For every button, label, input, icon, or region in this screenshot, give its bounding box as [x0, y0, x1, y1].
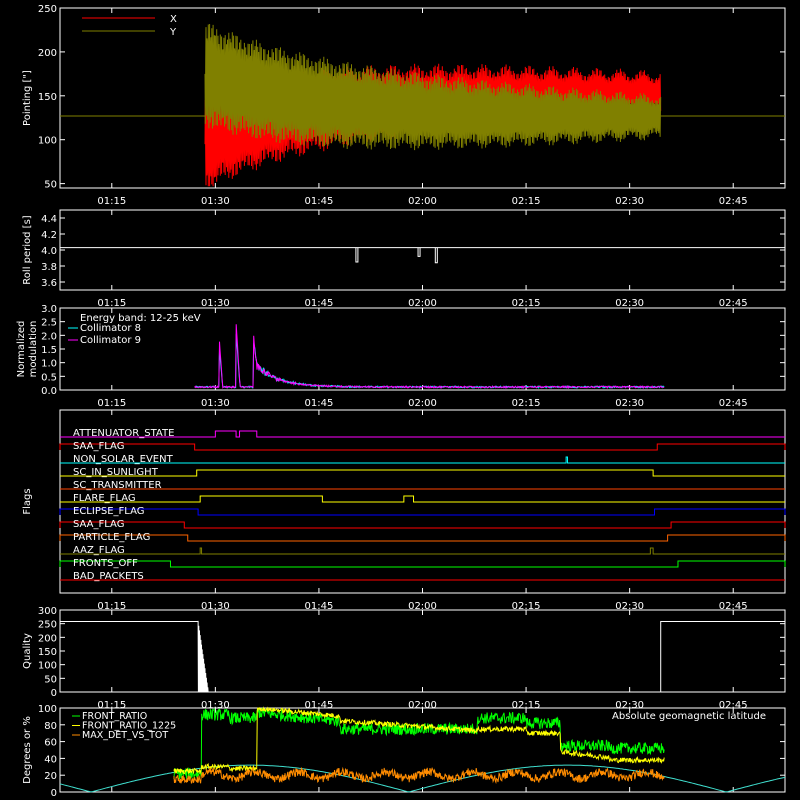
y-tick-label: 50: [44, 674, 57, 685]
x-tick-label: 02:00: [408, 398, 437, 409]
x-tick-label: 02:15: [512, 196, 541, 207]
y-tick-label: 200: [38, 48, 57, 59]
flag-label: ECLIPSE_FLAG: [73, 506, 144, 517]
flag-label: PARTICLE_FLAG: [73, 532, 150, 543]
roll-dip: [355, 247, 359, 263]
y-tick-label: 0.0: [41, 386, 57, 397]
flag-label: NON_SOLAR_EVENT: [73, 454, 174, 465]
flag-label: AAZ_FLAG: [73, 545, 125, 556]
latitude-line: [59, 764, 786, 793]
flag-label: BAD_PACKETS: [73, 571, 144, 582]
legend-label: Y: [169, 27, 177, 38]
roll-dip: [434, 247, 438, 264]
x-tick-label: 01:30: [201, 298, 230, 309]
y-tick-label: 150: [38, 647, 57, 658]
y-tick-label: 80: [44, 721, 57, 732]
chart-canvas: 01:15 01:30 01:45 02:00 02:15 02:30 02:45 Point…: [16, 4, 786, 799]
x-tick-label: 01:45: [305, 398, 334, 409]
flag-trace: [59, 443, 786, 451]
legend-label: X: [170, 14, 177, 25]
roll-dip: [417, 247, 421, 257]
x-tick-label: 01:15: [97, 298, 126, 309]
x-tick-label: 02:00: [408, 298, 437, 309]
y-tick-label: 4.2: [41, 230, 57, 241]
x-tick-label: 02:30: [615, 298, 644, 309]
x-tick-label: 02:30: [615, 398, 644, 409]
legend-label: Collimator 8: [80, 323, 141, 334]
y-tick-label: 3.0: [41, 304, 57, 315]
flag-label: SC_IN_SUNLIGHT: [73, 467, 159, 478]
y-axis-label: modulation: [28, 321, 39, 378]
flag-trace: [59, 534, 786, 542]
flag-trace: [59, 521, 786, 529]
x-tick-label: 01:30: [201, 196, 230, 207]
panel-frame-roll: [59, 209, 786, 291]
x-tick-label: 02:00: [408, 196, 437, 207]
x-tick-label: 02:45: [719, 298, 748, 309]
flag-label: SAA_FLAG: [73, 519, 124, 530]
legend-label: MAX_DET_VS_TOT: [82, 730, 168, 741]
flag-label: ATTENUATOR_STATE: [73, 428, 174, 439]
flag-label: FLARE_FLAG: [73, 493, 136, 504]
legend-label: Absolute geomagnetic latitude: [612, 711, 766, 722]
y-tick-label: 0: [51, 688, 57, 699]
x-tick-label: 01:45: [305, 196, 334, 207]
y-tick-label: 20: [44, 771, 57, 782]
x-tick-label: 01:30: [201, 398, 230, 409]
y-axis-label: Quality: [22, 633, 33, 669]
modulation-series-line: [194, 334, 665, 389]
quality-trace: [60, 620, 785, 693]
y-axis-label: Pointing ["]: [22, 70, 33, 126]
y-tick-label: 40: [44, 754, 57, 765]
max-det-vs-tot-line: [173, 766, 665, 785]
y-tick-label: 250: [38, 620, 57, 631]
y-tick-label: 2.5: [41, 318, 57, 329]
y-axis-label: Flags: [22, 488, 33, 514]
y-axis-label: Degrees or %: [22, 716, 33, 784]
y-axis-label: Normalized: [16, 321, 27, 378]
flag-trace: [60, 469, 785, 477]
x-tick-label: 02:45: [719, 398, 748, 409]
x-tick-label: 02:45: [719, 196, 748, 207]
x-tick-label: 02:15: [512, 398, 541, 409]
y-tick-label: 1.0: [41, 359, 57, 370]
y-tick-label: 4.4: [41, 214, 57, 225]
flag-trace: [60, 495, 785, 503]
y-tick-label: 4.0: [41, 246, 57, 257]
flag-label: SAA_FLAG: [73, 441, 124, 452]
y-tick-label: 0: [51, 788, 57, 799]
flag-label: FRONTS_OFF: [73, 558, 138, 569]
y-tick-label: 3.8: [41, 262, 57, 273]
y-tick-label: 100: [38, 661, 57, 672]
legend-label: Collimator 9: [80, 335, 141, 346]
y-tick-label: 60: [44, 738, 57, 749]
y-tick-label: 200: [38, 633, 57, 644]
flag-trace: [60, 547, 785, 555]
y-tick-label: 2.0: [41, 331, 57, 342]
x-tick-label: 02:30: [615, 196, 644, 207]
panel-frame-quality: [59, 609, 786, 693]
modulation-series-line: [194, 324, 665, 390]
y-tick-label: 150: [38, 92, 57, 103]
y-tick-label: 50: [44, 180, 57, 191]
y-tick-label: 100: [38, 704, 57, 715]
y-tick-label: 3.6: [41, 278, 57, 289]
y-tick-label: 100: [38, 136, 57, 147]
y-tick-label: 250: [38, 4, 57, 15]
flag-trace: [59, 508, 786, 516]
x-tick-label: 01:45: [305, 298, 334, 309]
x-tick-label: 01:15: [97, 196, 126, 207]
flag-label: SC_TRANSMITTER: [73, 480, 162, 491]
y-tick-label: 1.5: [41, 345, 57, 356]
x-tick-label: 01:15: [97, 398, 126, 409]
y-tick-label: 0.5: [41, 372, 57, 383]
y-axis-label: Roll period [s]: [22, 215, 33, 284]
x-tick-label: 02:15: [512, 298, 541, 309]
flag-trace: [59, 560, 786, 568]
y-tick-label: 300: [38, 606, 57, 617]
